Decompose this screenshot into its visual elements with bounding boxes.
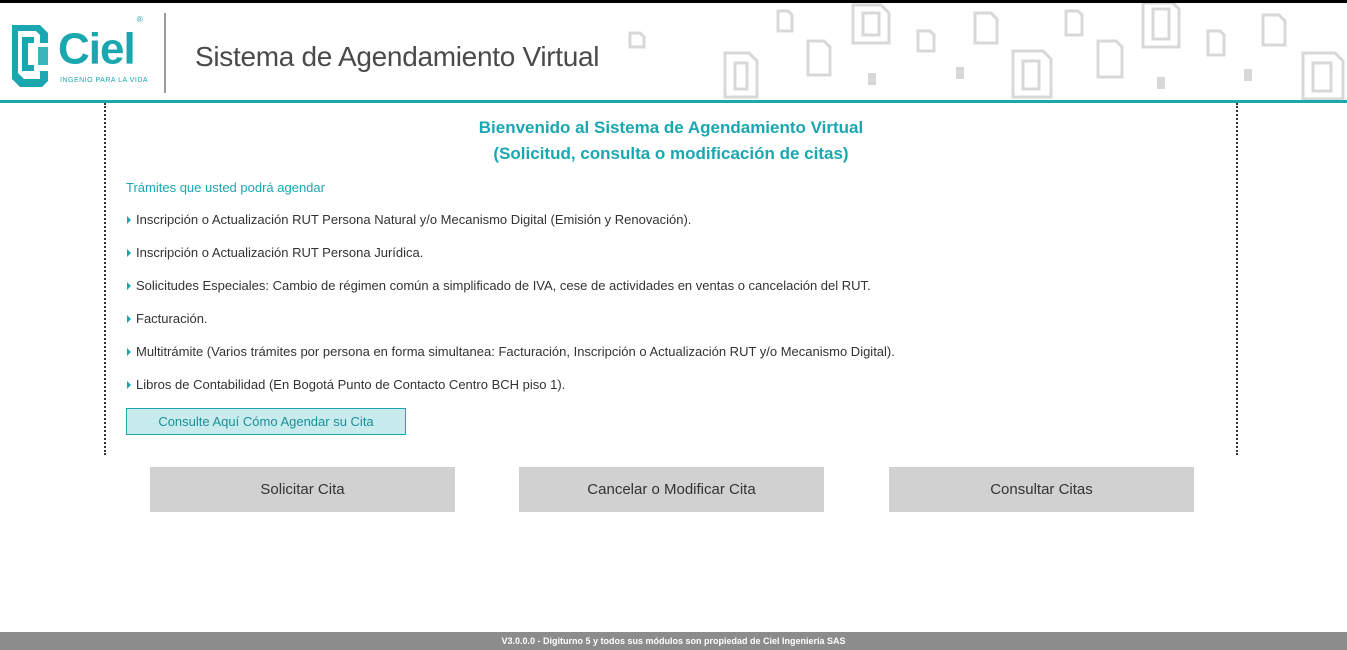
tramite-item-text: Inscripción o Actualización RUT Persona … [136, 245, 424, 260]
welcome-line-2: (Solicitud, consulta o modificación de c… [493, 144, 849, 163]
caret-right-icon [127, 315, 131, 323]
tramites-list: Inscripción o Actualización RUT Persona … [126, 211, 895, 409]
tramite-item: Solicitudes Especiales: Cambio de régime… [126, 277, 895, 310]
tramite-item-text: Solicitudes Especiales: Cambio de régime… [136, 278, 871, 293]
tramite-item: Multitrámite (Varios trámites por person… [126, 343, 895, 376]
tramite-item-text: Inscripción o Actualización RUT Persona … [136, 212, 692, 227]
request-appointment-button[interactable]: Solicitar Cita [150, 467, 455, 512]
page: Ciel® INGENIO PARA LA VIDA Sistema de Ag… [0, 0, 1347, 650]
header-divider [164, 13, 166, 93]
decorative-pattern [628, 3, 1345, 100]
tramite-item-text: Libros de Contabilidad (En Bogotá Punto … [136, 377, 566, 392]
tramite-item: Libros de Contabilidad (En Bogotá Punto … [126, 376, 895, 409]
caret-right-icon [127, 249, 131, 257]
tramite-item: Facturación. [126, 310, 895, 343]
view-appointments-button[interactable]: Consultar Citas [889, 467, 1194, 512]
ciel-logo-icon [12, 25, 48, 87]
main-content: Bienvenido al Sistema de Agendamiento Vi… [104, 103, 1238, 455]
tramite-item: Inscripción o Actualización RUT Persona … [126, 211, 895, 244]
tramite-item-text: Facturación. [136, 311, 208, 326]
caret-right-icon [127, 381, 131, 389]
app-title: Sistema de Agendamiento Virtual [195, 41, 600, 72]
logo-tagline: INGENIO PARA LA VIDA [60, 77, 149, 84]
tramites-title: Trámites que usted podrá agendar [126, 180, 325, 195]
caret-right-icon [127, 216, 131, 224]
tramite-item: Inscripción o Actualización RUT Persona … [126, 244, 895, 277]
welcome-line-1: Bienvenido al Sistema de Agendamiento Vi… [478, 118, 864, 137]
ciel-logo[interactable]: Ciel® INGENIO PARA LA VIDA [6, 15, 166, 89]
caret-right-icon [127, 282, 131, 290]
footer: V3.0.0.0 - Digiturno 5 y todos sus módul… [0, 632, 1347, 650]
welcome-heading: Bienvenido al Sistema de Agendamiento Vi… [106, 115, 1236, 167]
header: Ciel® INGENIO PARA LA VIDA Sistema de Ag… [0, 3, 1347, 103]
logo-wordmark: Ciel® [58, 15, 143, 74]
caret-right-icon [127, 348, 131, 356]
tramite-item-text: Multitrámite (Varios trámites por person… [136, 344, 895, 359]
cancel-modify-appointment-button[interactable]: Cancelar o Modificar Cita [519, 467, 824, 512]
how-to-schedule-button[interactable]: Consulte Aquí Cómo Agendar su Cita [126, 408, 406, 435]
